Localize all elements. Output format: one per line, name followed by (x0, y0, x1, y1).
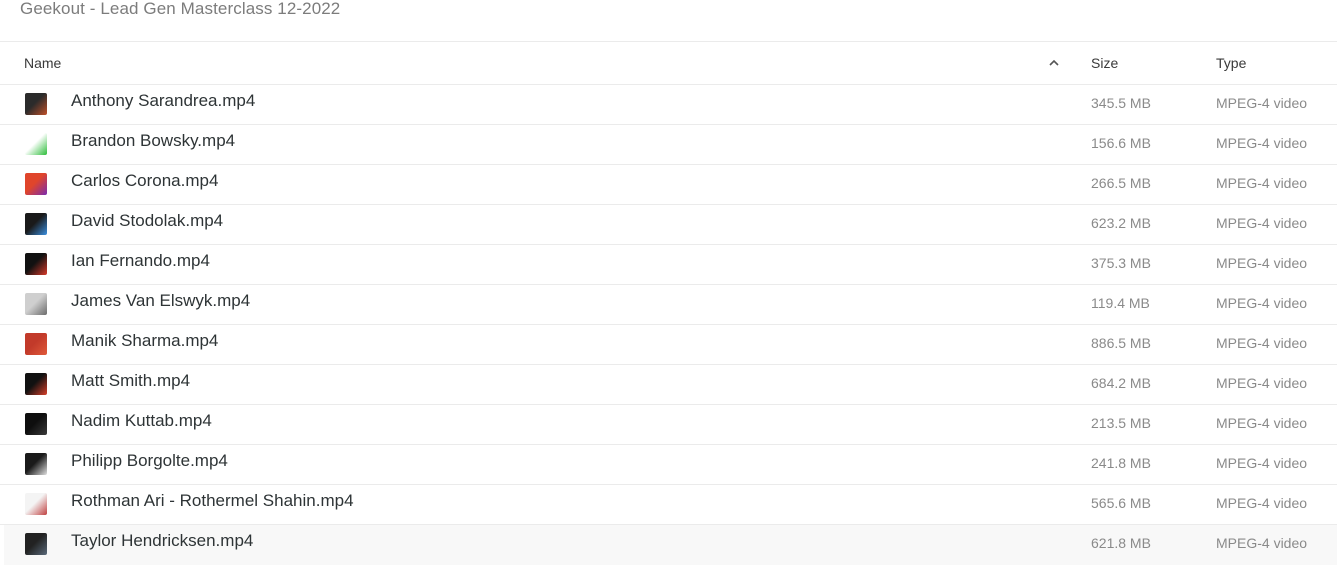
video-thumbnail-icon (25, 413, 47, 435)
file-row[interactable]: Nadim Kuttab.mp4 213.5 MB MPEG-4 video (0, 405, 1337, 445)
video-thumbnail-icon (25, 133, 47, 155)
file-name: Carlos Corona.mp4 (71, 171, 219, 190)
file-name: Anthony Sarandrea.mp4 (71, 91, 256, 110)
file-row[interactable]: Brandon Bowsky.mp4 156.6 MB MPEG-4 video (0, 125, 1337, 165)
video-thumbnail-icon (25, 493, 47, 515)
file-row[interactable]: David Stodolak.mp4 623.2 MB MPEG-4 video (0, 205, 1337, 245)
file-size: 213.5 MB (1091, 415, 1151, 431)
video-thumbnail-icon (25, 93, 47, 115)
file-row[interactable]: Taylor Hendricksen.mp4 621.8 MB MPEG-4 vid… (4, 525, 1337, 565)
file-row[interactable]: James Van Elswyk.mp4 119.4 MB MPEG-4 video (0, 285, 1337, 325)
file-size: 241.8 MB (1091, 455, 1151, 471)
file-type: MPEG-4 video (1216, 215, 1308, 231)
file-row[interactable]: Manik Sharma.mp4 886.5 MB MPEG-4 video (0, 325, 1337, 365)
file-name: Nadim Kuttab.mp4 (71, 411, 212, 430)
column-header-name[interactable]: Name (24, 55, 61, 71)
file-row[interactable]: Philipp Borgolte.mp4 241.8 MB MPEG-4 video (0, 445, 1337, 485)
video-thumbnail-icon (25, 533, 47, 555)
file-size: 375.3 MB (1091, 255, 1151, 271)
file-name: Rothman Ari - Rothermel Shahin.mp4 (71, 491, 354, 510)
file-name: David Stodolak.mp4 (71, 211, 224, 230)
file-type: MPEG-4 video (1216, 495, 1308, 511)
file-name: Manik Sharma.mp4 (71, 331, 219, 350)
column-header-row: Name Size Type (0, 42, 1337, 85)
video-thumbnail-icon (25, 373, 47, 395)
file-size: 886.5 MB (1091, 335, 1151, 351)
file-row[interactable]: Ian Fernando.mp4 375.3 MB MPEG-4 video (0, 245, 1337, 285)
video-thumbnail-icon (25, 213, 47, 235)
file-size: 621.8 MB (1091, 535, 1151, 551)
file-size: 156.6 MB (1091, 135, 1151, 151)
file-row[interactable]: Matt Smith.mp4 684.2 MB MPEG-4 video (0, 365, 1337, 405)
video-thumbnail-icon (25, 333, 47, 355)
chevron-up-icon[interactable] (1048, 58, 1060, 68)
file-name: Taylor Hendricksen.mp4 (71, 531, 254, 550)
file-size: 684.2 MB (1091, 375, 1151, 391)
video-thumbnail-icon (25, 453, 47, 475)
file-size: 266.5 MB (1091, 175, 1151, 191)
file-size: 623.2 MB (1091, 215, 1151, 231)
file-type: MPEG-4 video (1216, 175, 1308, 191)
file-name: James Van Elswyk.mp4 (71, 291, 251, 310)
folder-title: Geekout - Lead Gen Masterclass 12-2022 (20, 0, 341, 18)
file-type: MPEG-4 video (1216, 375, 1308, 391)
file-type: MPEG-4 video (1216, 295, 1308, 311)
file-size: 565.6 MB (1091, 495, 1151, 511)
file-row[interactable]: Carlos Corona.mp4 266.5 MB MPEG-4 video (0, 165, 1337, 205)
video-thumbnail-icon (25, 253, 47, 275)
file-name: Matt Smith.mp4 (71, 371, 191, 390)
file-size: 345.5 MB (1091, 95, 1151, 111)
file-type: MPEG-4 video (1216, 455, 1308, 471)
file-type: MPEG-4 video (1216, 255, 1308, 271)
column-header-size[interactable]: Size (1091, 55, 1118, 71)
file-type: MPEG-4 video (1216, 535, 1308, 551)
video-thumbnail-icon (25, 293, 47, 315)
file-type: MPEG-4 video (1216, 335, 1308, 351)
file-size: 119.4 MB (1091, 295, 1150, 311)
file-row[interactable]: Anthony Sarandrea.mp4 345.5 MB MPEG-4 vide… (0, 85, 1337, 125)
video-thumbnail-icon (25, 173, 47, 195)
file-name: Brandon Bowsky.mp4 (71, 131, 236, 150)
column-header-type[interactable]: Type (1216, 55, 1246, 71)
file-name: Ian Fernando.mp4 (71, 251, 210, 270)
window-title-bar: Geekout - Lead Gen Masterclass 12-2022 (0, 0, 1337, 42)
file-type: MPEG-4 video (1216, 95, 1308, 111)
file-type: MPEG-4 video (1216, 415, 1308, 431)
file-name: Philipp Borgolte.mp4 (71, 451, 228, 470)
file-row[interactable]: Rothman Ari - Rothermel Shahin.mp4 565.6 … (0, 485, 1337, 525)
file-type: MPEG-4 video (1216, 135, 1308, 151)
